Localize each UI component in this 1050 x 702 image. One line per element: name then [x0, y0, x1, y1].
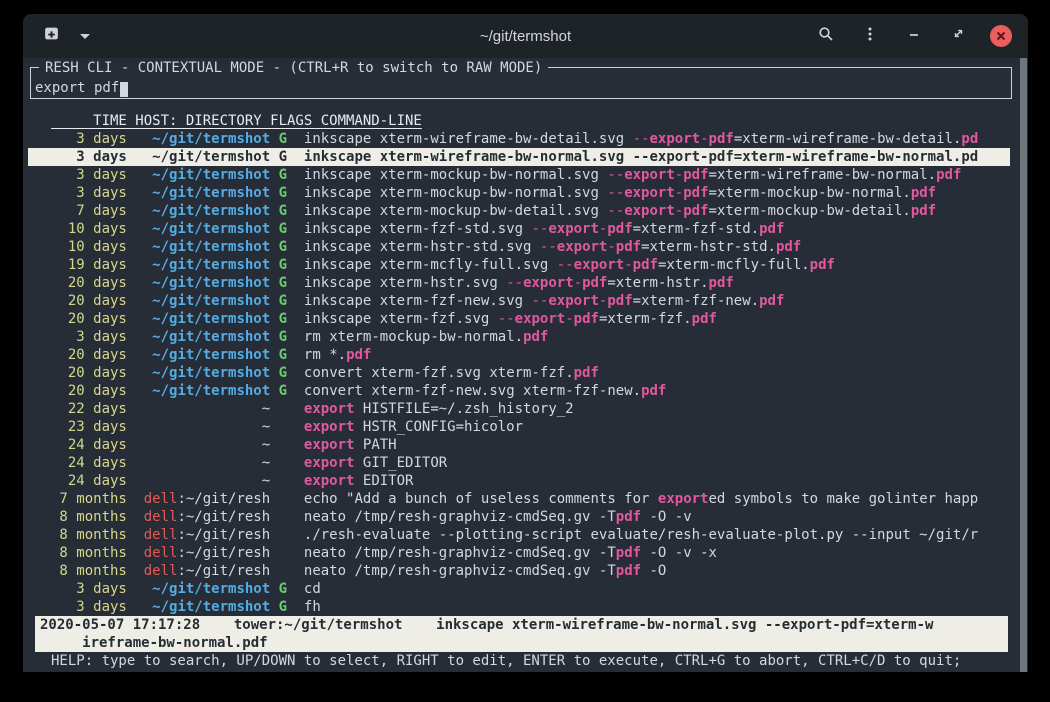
minimize-button[interactable] — [902, 24, 926, 48]
history-row[interactable]: 8 months dell:~/git/resh neato /tmp/resh… — [23, 544, 1028, 562]
titlebar: ~/git/termshot — [23, 14, 1028, 58]
history-row[interactable]: 3 days ~/git/termshot G inkscape xterm-m… — [23, 166, 1028, 184]
history-rows: 3 days ~/git/termshot G inkscape xterm-w… — [23, 130, 1028, 616]
search-button[interactable] — [814, 24, 838, 48]
history-row[interactable]: 20 days ~/git/termshot G inkscape xterm-… — [23, 292, 1028, 310]
history-row[interactable]: 8 months dell:~/git/resh neato /tmp/resh… — [23, 508, 1028, 526]
history-row[interactable]: 3 days ~/git/termshot G fh — [23, 598, 1028, 616]
history-row[interactable]: 24 days ~ export PATH — [23, 436, 1028, 454]
detail-line-1: 2020-05-07 17:17:28 tower:~/git/termshot… — [35, 616, 1008, 634]
history-row[interactable]: 8 months dell:~/git/resh ./resh-evaluate… — [23, 526, 1028, 544]
terminal-content: RESH CLI - CONTEXTUAL MODE - (CTRL+R to … — [23, 58, 1028, 672]
scrollbar[interactable] — [1020, 58, 1027, 672]
window-title: ~/git/termshot — [259, 28, 792, 45]
restore-icon — [952, 27, 965, 45]
close-icon — [996, 31, 1006, 41]
history-row[interactable]: 23 days ~ export HSTR_CONFIG=hicolor — [23, 418, 1028, 436]
table-header: TIME HOST: DIRECTORY FLAGS COMMAND-LINE — [23, 112, 1028, 130]
detail-line-2: ireframe-bw-normal.pdf — [35, 634, 1008, 652]
history-row[interactable]: 20 days ~/git/termshot G inkscape xterm-… — [23, 274, 1028, 292]
tab-dropdown-button[interactable] — [73, 24, 97, 48]
terminal-window: ~/git/termshot — [23, 14, 1028, 672]
new-tab-button[interactable] — [39, 24, 63, 48]
history-row[interactable]: 20 days ~/git/termshot G rm *.pdf — [23, 346, 1028, 364]
history-row[interactable]: 3 days ~/git/termshot G rm xterm-mockup-… — [23, 328, 1028, 346]
history-row[interactable]: 3 days ~/git/termshot G inkscape xterm-w… — [23, 130, 1028, 148]
selected-command-detail: 2020-05-07 17:17:28 tower:~/git/termshot… — [35, 616, 1008, 652]
history-row[interactable]: 3 days ~/git/termshot G inkscape xterm-w… — [28, 148, 1010, 166]
history-row[interactable]: 19 days ~/git/termshot G inkscape xterm-… — [23, 256, 1028, 274]
minimize-icon — [907, 27, 921, 46]
close-button[interactable] — [990, 25, 1012, 47]
text-cursor — [120, 82, 128, 97]
history-row[interactable]: 8 months dell:~/git/resh neato /tmp/resh… — [23, 562, 1028, 580]
history-row[interactable]: 10 days ~/git/termshot G inkscape xterm-… — [23, 220, 1028, 238]
kebab-menu-icon — [862, 26, 878, 47]
history-row[interactable]: 20 days ~/git/termshot G convert xterm-f… — [23, 382, 1028, 400]
history-row[interactable]: 7 days ~/git/termshot G inkscape xterm-m… — [23, 202, 1028, 220]
chevron-down-icon — [80, 34, 90, 39]
help-bar: HELP: type to search, UP/DOWN to select,… — [23, 652, 1028, 670]
search-query: export pdf — [35, 79, 119, 97]
restore-button[interactable] — [946, 24, 970, 48]
history-row[interactable]: 24 days ~ export EDITOR — [23, 472, 1028, 490]
history-row[interactable]: 24 days ~ export GIT_EDITOR — [23, 454, 1028, 472]
history-row[interactable]: 20 days ~/git/termshot G convert xterm-f… — [23, 364, 1028, 382]
menu-button[interactable] — [858, 24, 882, 48]
history-row[interactable]: 7 months dell:~/git/resh echo "Add a bun… — [23, 490, 1028, 508]
search-box-title: RESH CLI - CONTEXTUAL MODE - (CTRL+R to … — [39, 59, 548, 77]
new-tab-icon — [43, 25, 60, 47]
history-row[interactable]: 20 days ~/git/termshot G inkscape xterm-… — [23, 310, 1028, 328]
search-icon — [818, 26, 834, 47]
history-row[interactable]: 3 days ~/git/termshot G inkscape xterm-m… — [23, 184, 1028, 202]
history-row[interactable]: 10 days ~/git/termshot G inkscape xterm-… — [23, 238, 1028, 256]
spacer — [23, 99, 1028, 112]
history-row[interactable]: 3 days ~/git/termshot G cd — [23, 580, 1028, 598]
search-input[interactable]: RESH CLI - CONTEXTUAL MODE - (CTRL+R to … — [30, 67, 1012, 99]
history-row[interactable]: 22 days ~ export HISTFILE=~/.zsh_history… — [23, 400, 1028, 418]
